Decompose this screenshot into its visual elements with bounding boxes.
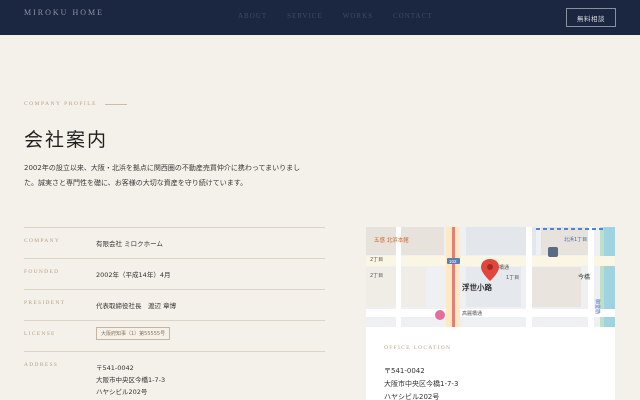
address-line-2: 大阪市中央区今橋1-7-3 xyxy=(96,376,166,384)
company-info-table: COMPANY 有限会社 ミロクホーム FOUNDED 2002年（平成14年）… xyxy=(24,227,325,400)
lead-line-2: た。誠実さと専門性を礎に、お客様の大切な資産を守り続けています。 xyxy=(24,179,248,187)
map-svg: 102 五感 北浜本館 今橋通 浮世小路 2丁目 2丁目 1丁目 今橋 高麗橋通… xyxy=(366,227,615,327)
eyebrow-text: COMPANY PROFILE xyxy=(24,101,97,107)
map-label-2chome-b: 2丁目 xyxy=(370,273,383,279)
info-value: 代表取締役社長 渡辺 章博 xyxy=(96,302,177,310)
office-location-label: OFFICE LOCATION xyxy=(384,345,452,351)
address-line-1: 〒541-0042 xyxy=(96,364,134,372)
station-icon xyxy=(548,247,558,257)
nav-works[interactable]: WORKS xyxy=(343,12,373,20)
info-row-president: PRESIDENT 代表取締役社長 渡辺 章博 xyxy=(24,289,325,320)
map-label-side: 御堂筋 xyxy=(594,299,601,314)
brand-logo[interactable]: MIROKU HOME xyxy=(24,8,104,17)
map-label-ukiyo: 浮世小路 xyxy=(462,282,492,292)
main-nav: ABOUT SERVICE WORKS CONTACT xyxy=(238,12,433,20)
page-title: 会社案内 xyxy=(24,129,109,151)
svg-text:102: 102 xyxy=(449,259,457,264)
license-badge: 大阪府知事（1）第55555号 xyxy=(96,327,171,340)
office-address-line-1: 〒541-0042 xyxy=(384,367,425,375)
section-eyebrow: COMPANY PROFILE xyxy=(24,101,127,107)
nav-about[interactable]: ABOUT xyxy=(238,12,267,20)
info-key: FOUNDED xyxy=(24,269,60,275)
info-key: LICENSE xyxy=(24,331,56,337)
info-row-founded: FOUNDED 2002年（平成14年）4月 xyxy=(24,258,325,289)
info-value-address: 〒541-0042 大阪市中央区今橋1-7-3 ハヤシビル202号 xyxy=(96,362,165,398)
map-label-koraibashi: 高麗橋通 xyxy=(462,310,482,317)
info-key: PRESIDENT xyxy=(24,300,66,306)
map-label-1chome: 1丁目 xyxy=(506,275,519,281)
free-consult-button[interactable]: 無料相談 xyxy=(566,8,616,27)
poi-pink-icon xyxy=(435,310,445,320)
info-key: ADDRESS xyxy=(24,362,59,368)
lead-paragraph: 2002年の設立以来、大阪・北浜を拠点に関西圏の不動産売買仲介に携わってまいりま… xyxy=(24,161,314,191)
lead-line-1: 2002年の設立以来、大阪・北浜を拠点に関西圏の不動産売買仲介に携わってまいりま… xyxy=(24,164,301,172)
nav-contact[interactable]: CONTACT xyxy=(393,12,433,20)
eyebrow-rule xyxy=(104,103,127,105)
info-row-address: ADDRESS 〒541-0042 大阪市中央区今橋1-7-3 ハヤシビル202… xyxy=(24,351,325,400)
info-row-company: COMPANY 有限会社 ミロクホーム xyxy=(24,227,325,258)
office-location-card: 102 五感 北浜本館 今橋通 浮世小路 2丁目 2丁目 1丁目 今橋 高麗橋通… xyxy=(366,227,615,400)
info-row-license: LICENSE 大阪府知事（1）第55555号 xyxy=(24,320,325,351)
map-embed[interactable]: 102 五感 北浜本館 今橋通 浮世小路 2丁目 2丁目 1丁目 今橋 高麗橋通… xyxy=(366,227,615,327)
address-line-3: ハヤシビル202号 xyxy=(96,388,148,396)
info-key: COMPANY xyxy=(24,238,61,244)
info-value: 有限会社 ミロクホーム xyxy=(96,240,163,248)
site-header: MIROKU HOME ABOUT SERVICE WORKS CONTACT … xyxy=(0,0,640,35)
map-label-kitahama: 五感 北浜本館 xyxy=(374,236,409,244)
nav-service[interactable]: SERVICE xyxy=(287,12,323,20)
office-address-line-3: ハヤシビル202号 xyxy=(384,393,440,400)
info-value: 2002年（平成14年）4月 xyxy=(96,271,171,279)
map-label-2chome-a: 2丁目 xyxy=(370,257,383,263)
map-label-imabashi2: 今橋 xyxy=(578,273,590,281)
office-address-line-2: 大阪市中央区今橋1-7-3 xyxy=(384,380,459,388)
office-address: 〒541-0042 大阪市中央区今橋1-7-3 ハヤシビル202号 xyxy=(384,365,458,400)
map-label-top-right: 北浜1丁目 xyxy=(564,236,587,243)
